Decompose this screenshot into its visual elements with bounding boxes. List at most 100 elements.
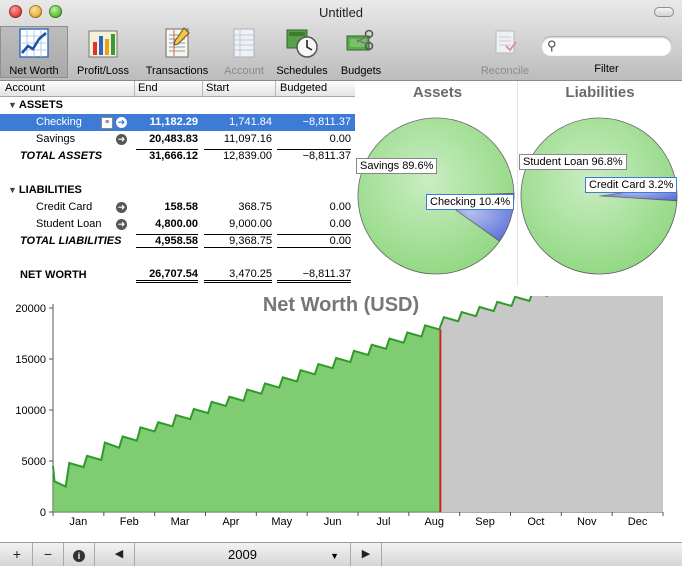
pie-label-checking: Checking 10.4% bbox=[426, 194, 515, 210]
go-to-account-icon[interactable]: ➜ bbox=[116, 134, 127, 145]
start-value: 12,839.00 bbox=[204, 149, 272, 162]
bar-chart-icon bbox=[88, 30, 118, 58]
next-period-button[interactable]: ▶ bbox=[350, 543, 382, 566]
budgeted-value: 0.00 bbox=[277, 234, 351, 248]
y-tick-label: 20000 bbox=[15, 303, 46, 315]
toolbar-item-label: Net Worth bbox=[9, 65, 59, 77]
chevron-down-icon: ▼ bbox=[330, 551, 339, 561]
x-tick-label: Apr bbox=[222, 516, 239, 528]
toolbar-item-label: Reconcile bbox=[480, 65, 530, 77]
end-value: 4,958.58 bbox=[136, 234, 198, 248]
remove-account-button[interactable]: − bbox=[33, 543, 64, 566]
toolbar-toggle-button[interactable] bbox=[654, 7, 674, 17]
actual-area bbox=[53, 325, 441, 512]
toolbar: Untitled Net Worth Profit/Loss Transacti… bbox=[0, 0, 682, 81]
budgeted-value: −8,811.37 bbox=[277, 268, 351, 283]
filter-search-field[interactable]: ⚲ bbox=[541, 36, 672, 56]
net-worth-chart: 0 5000 10000 15000 20000 Jan Feb Mar Apr May Jun Ju… bbox=[15, 296, 664, 528]
end-value: 11,182.29 bbox=[149, 116, 198, 128]
toolbar-budgets-button[interactable]: Budgets bbox=[335, 26, 387, 78]
toolbar-profit-loss-button[interactable]: Profit/Loss bbox=[70, 26, 136, 78]
end-value: 4,800.00 bbox=[155, 218, 198, 230]
table-row-savings[interactable]: Savings ➜ 20,483.83 11,097.16 0.00 bbox=[0, 131, 355, 148]
x-tick-label: Aug bbox=[424, 516, 444, 528]
budgeted-value: 0.00 bbox=[329, 133, 351, 145]
x-tick-label: Sep bbox=[475, 516, 495, 528]
toolbar-transactions-button[interactable]: Transactions bbox=[139, 26, 215, 78]
group-label: ▼ ASSETS bbox=[8, 99, 63, 111]
calculator-icon[interactable]: ≡ bbox=[101, 117, 113, 129]
pie-label-student-loan: Student Loan 96.8% bbox=[519, 154, 627, 170]
column-header-end[interactable]: End bbox=[138, 82, 158, 94]
x-tick-label: May bbox=[271, 516, 292, 528]
period-select[interactable]: 2009 ▼ bbox=[136, 543, 349, 566]
scissors-money-icon bbox=[346, 29, 374, 51]
info-button[interactable]: i bbox=[64, 543, 95, 566]
end-value: 20,483.83 bbox=[149, 133, 198, 145]
chevron-right-icon: ▶ bbox=[361, 548, 371, 560]
start-value: 3,470.25 bbox=[204, 268, 272, 283]
column-header-account[interactable]: Account bbox=[5, 82, 45, 94]
toolbar-item-label: Transactions bbox=[145, 65, 209, 77]
account-name: Credit Card bbox=[36, 201, 93, 213]
disclosure-triangle-icon[interactable]: ▼ bbox=[8, 100, 17, 110]
start-value: 11,097.16 bbox=[223, 133, 272, 145]
group-name: ASSETS bbox=[18, 99, 63, 111]
table-row-credit-card[interactable]: Credit Card ➜ 158.58 368.75 0.00 bbox=[0, 199, 355, 216]
pie-label-credit-card: Credit Card 3.2% bbox=[585, 177, 678, 193]
toolbar-reconcile-button[interactable]: Reconcile bbox=[474, 26, 536, 78]
projected-area bbox=[440, 296, 663, 512]
x-tick-label: Jun bbox=[324, 516, 342, 528]
budgeted-value: 0.00 bbox=[329, 218, 351, 230]
x-tick-label: Feb bbox=[120, 516, 139, 528]
column-header-start[interactable]: Start bbox=[206, 82, 229, 94]
column-divider bbox=[275, 81, 276, 96]
x-tick-label: Jan bbox=[70, 516, 88, 528]
column-header-budgeted[interactable]: Budgeted bbox=[280, 82, 327, 94]
bottom-bar: + − i ◀ 2009 ▼ ▶ bbox=[0, 542, 682, 566]
toolbar-account-button[interactable]: Account bbox=[219, 26, 269, 78]
start-value: 9,368.75 bbox=[204, 234, 272, 248]
reconcile-icon bbox=[495, 30, 517, 54]
filter-label: Filter bbox=[594, 63, 619, 75]
toolbar-schedules-button[interactable]: Schedules bbox=[273, 26, 331, 78]
x-tick-label: Jul bbox=[376, 516, 390, 528]
info-icon: i bbox=[73, 550, 85, 562]
liabilities-pie-title: Liabilities bbox=[565, 84, 635, 101]
budgeted-value: −8,811.37 bbox=[302, 116, 351, 128]
x-tick-label: Oct bbox=[527, 516, 544, 528]
period-value: 2009 bbox=[228, 547, 257, 562]
table-row-net-worth: NET WORTH 26,707.54 3,470.25 −8,811.37 bbox=[0, 267, 355, 284]
toolbar-item-label: Profit/Loss bbox=[77, 65, 129, 77]
toolbar-net-worth-button[interactable]: Net Worth bbox=[0, 26, 68, 78]
search-icon: ⚲ bbox=[547, 38, 557, 53]
end-value: 31,666.12 bbox=[136, 149, 198, 162]
clock-calendar-icon bbox=[286, 29, 318, 58]
x-tick-label: Nov bbox=[577, 516, 597, 528]
go-to-account-icon[interactable]: ➜ bbox=[116, 117, 127, 128]
y-tick-label: 10000 bbox=[15, 405, 46, 417]
column-divider bbox=[134, 81, 135, 96]
account-name: Student Loan bbox=[36, 218, 102, 230]
budgeted-value: 0.00 bbox=[329, 201, 351, 213]
group-row-assets[interactable]: ▼ ASSETS bbox=[0, 97, 355, 114]
app-window: Untitled Net Worth Profit/Loss Transacti… bbox=[0, 0, 682, 566]
disclosure-triangle-icon[interactable]: ▼ bbox=[8, 185, 17, 195]
add-account-button[interactable]: + bbox=[2, 543, 33, 566]
previous-period-button[interactable]: ◀ bbox=[104, 543, 135, 566]
account-name: Checking bbox=[36, 116, 82, 128]
total-label: TOTAL ASSETS bbox=[20, 150, 103, 162]
budgeted-value: −8,811.37 bbox=[277, 149, 351, 162]
table-row-checking[interactable]: Checking ≡ ➜ 11,182.29 1,741.84 −8,811.3… bbox=[0, 114, 355, 131]
table-row-student-loan[interactable]: Student Loan ➜ 4,800.00 9,000.00 0.00 bbox=[0, 216, 355, 233]
start-value: 9,000.00 bbox=[229, 218, 272, 230]
total-label: TOTAL LIABILITIES bbox=[20, 235, 122, 247]
x-tick-label: Mar bbox=[171, 516, 190, 528]
x-tick-label: Dec bbox=[628, 516, 648, 528]
group-row-liabilities[interactable]: ▼ LIABILITIES bbox=[0, 182, 355, 199]
table-row-total-assets: TOTAL ASSETS 31,666.12 12,839.00 −8,811.… bbox=[0, 148, 355, 165]
group-name: LIABILITIES bbox=[18, 184, 82, 196]
go-to-account-icon[interactable]: ➜ bbox=[116, 202, 127, 213]
account-sheet-icon bbox=[233, 28, 255, 58]
go-to-account-icon[interactable]: ➜ bbox=[116, 219, 127, 230]
